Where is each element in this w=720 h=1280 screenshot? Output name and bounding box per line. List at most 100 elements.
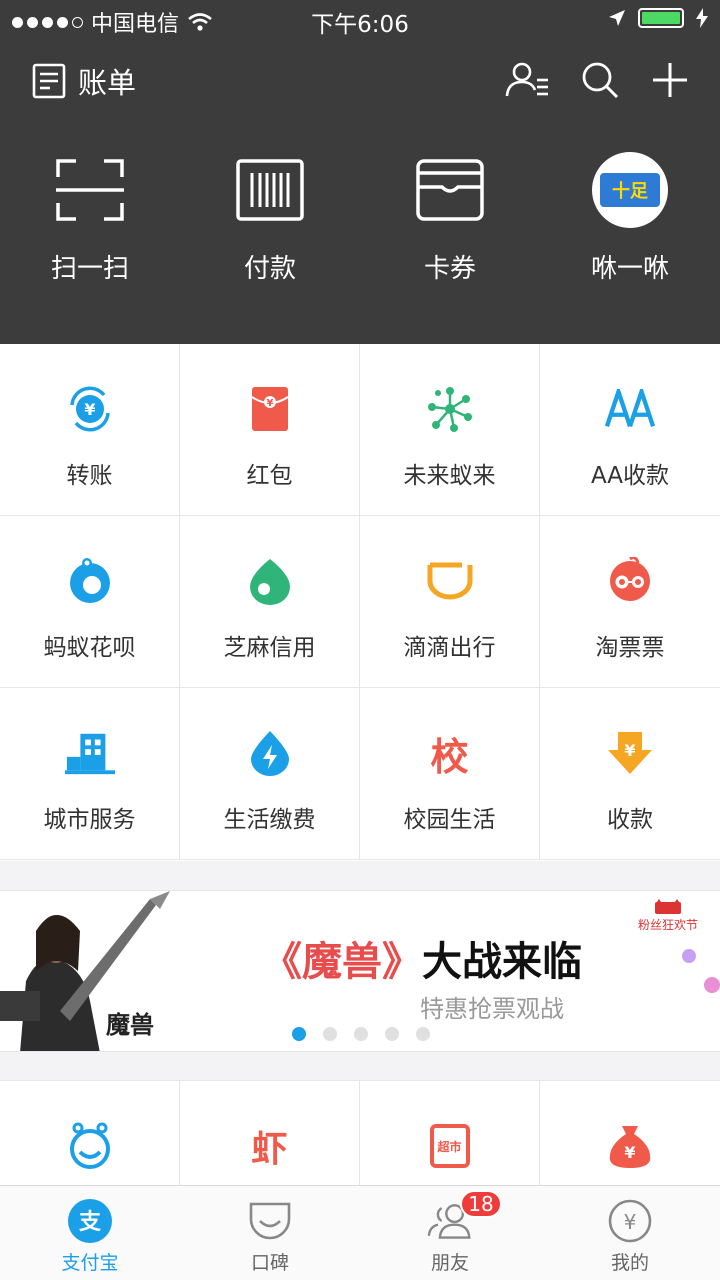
grid-item-didi[interactable]: 滴滴出行 bbox=[360, 516, 540, 688]
svg-text:¥: ¥ bbox=[266, 398, 273, 409]
quick-action-scan[interactable]: 扫一扫 bbox=[0, 150, 180, 290]
grid-item-label: 转账 bbox=[66, 463, 113, 489]
barcode-icon bbox=[236, 159, 304, 221]
taopiaopiao-icon bbox=[610, 557, 650, 601]
grid-item-label: 生活缴费 bbox=[223, 807, 316, 833]
alipay-icon: 支 bbox=[68, 1199, 112, 1243]
xia-icon: 虾 bbox=[251, 1129, 288, 1170]
search-icon[interactable] bbox=[580, 60, 620, 100]
status-bar: 中国电信 下午6:06 bbox=[0, 0, 720, 40]
smile-icon bbox=[69, 1122, 110, 1169]
grid-item-label: 芝麻信用 bbox=[223, 635, 316, 661]
quick-action-label: 付款 bbox=[243, 254, 296, 284]
money-bag-icon: ¥ bbox=[609, 1126, 651, 1168]
scan-icon bbox=[56, 159, 124, 221]
bill-icon bbox=[32, 63, 66, 99]
banner-title-red: 《魔兽》 bbox=[262, 939, 422, 985]
grid-item-huabei[interactable]: 蚂蚁花呗 bbox=[0, 516, 180, 688]
grid-item-money-bag[interactable]: ¥ bbox=[540, 1081, 720, 1185]
grid-item-xia[interactable]: 虾 bbox=[180, 1081, 360, 1185]
service-grid: ¥ 转账 ¥ 红包 未来蚁来 AA收款 蚂蚁花呗 芝麻信用 滴滴出行 淘票票 城… bbox=[0, 344, 720, 861]
add-icon[interactable] bbox=[650, 60, 690, 100]
tab-label: 支付宝 bbox=[61, 1252, 119, 1274]
header-actions bbox=[504, 60, 690, 100]
grid-item-label: 收款 bbox=[607, 807, 653, 833]
tab-alipay[interactable]: 支 支付宝 bbox=[0, 1186, 180, 1280]
grid-item-label: 蚂蚁花呗 bbox=[43, 635, 136, 661]
svg-text:¥: ¥ bbox=[84, 400, 95, 419]
bolt-drop-icon bbox=[250, 731, 289, 776]
molecule-icon bbox=[427, 387, 472, 432]
supermarket-icon-text: 超市 bbox=[437, 1139, 462, 1154]
carousel-dot[interactable] bbox=[416, 1027, 430, 1041]
avatar-icon: 十足 bbox=[592, 152, 668, 228]
service-grid-secondary: 虾 超市 ¥ bbox=[0, 1080, 720, 1185]
transfer-icon: ¥ bbox=[69, 386, 110, 432]
card-wallet-icon bbox=[416, 159, 484, 221]
city-icon bbox=[64, 733, 115, 775]
bill-button[interactable]: 账单 bbox=[32, 60, 136, 102]
grid-item-label: 滴滴出行 bbox=[403, 635, 496, 661]
aa-icon bbox=[605, 389, 655, 427]
grid-item-receive[interactable]: ¥ 收款 bbox=[540, 688, 720, 860]
grid-item-supermarket[interactable]: 超市 bbox=[360, 1081, 540, 1185]
receive-money-icon: ¥ bbox=[608, 732, 652, 774]
grid-item-label: 淘票票 bbox=[595, 635, 665, 661]
svg-text:¥: ¥ bbox=[624, 1210, 637, 1234]
grid-item-red-packet[interactable]: ¥ 红包 bbox=[180, 344, 360, 516]
grid-item-smile[interactable] bbox=[0, 1081, 180, 1185]
tab-mine[interactable]: ¥ 我的 bbox=[540, 1186, 720, 1280]
grid-item-taopiaopiao[interactable]: 淘票票 bbox=[540, 516, 720, 688]
contacts-icon[interactable] bbox=[504, 60, 550, 100]
tab-label: 朋友 bbox=[430, 1252, 469, 1274]
grid-item-label: 城市服务 bbox=[43, 807, 136, 833]
banner-subtitle: 特惠抢票观战 bbox=[420, 995, 564, 1023]
grid-item-label: 未来蚁来 bbox=[403, 463, 496, 489]
tab-friends[interactable]: 朋友 18 bbox=[360, 1186, 540, 1280]
wallet-yuan-icon: ¥ bbox=[608, 1199, 652, 1243]
carousel-dot[interactable] bbox=[385, 1027, 399, 1041]
svg-text:¥: ¥ bbox=[624, 741, 635, 760]
carousel-dot[interactable] bbox=[292, 1027, 306, 1041]
decor-bubble bbox=[682, 949, 696, 963]
red-packet-icon: ¥ bbox=[250, 387, 289, 431]
koubei-icon bbox=[249, 1202, 291, 1240]
grid-item-label: 红包 bbox=[246, 463, 293, 489]
banner-title-black: 大战来临 bbox=[422, 939, 582, 985]
grid-item-future-ants[interactable]: 未来蚁来 bbox=[360, 344, 540, 516]
decor-bubble bbox=[704, 977, 720, 993]
supermarket-icon: 超市 bbox=[429, 1124, 470, 1168]
promo-banner[interactable]: 魔兽 《魔兽》大战来临 特惠抢票观战 粉丝狂欢节 bbox=[0, 890, 720, 1052]
battery-icon bbox=[638, 8, 684, 28]
campus-icon: 校 bbox=[430, 734, 469, 779]
carousel-dot[interactable] bbox=[323, 1027, 337, 1041]
quick-action-cards[interactable]: 卡券 bbox=[360, 150, 540, 290]
carousel-dot[interactable] bbox=[354, 1027, 368, 1041]
grid-item-city-service[interactable]: 城市服务 bbox=[0, 688, 180, 860]
didi-icon bbox=[427, 562, 472, 600]
quick-action-xiu[interactable]: 十足 咻一咻 bbox=[540, 150, 720, 290]
quick-action-pay[interactable]: 付款 bbox=[180, 150, 360, 290]
grid-item-label: 校园生活 bbox=[403, 807, 496, 833]
grid-item-transfer[interactable]: ¥ 转账 bbox=[0, 344, 180, 516]
grid-item-sesame-credit[interactable]: 芝麻信用 bbox=[180, 516, 360, 688]
notification-badge: 18 bbox=[460, 1190, 502, 1218]
quick-action-label: 咻一咻 bbox=[590, 254, 669, 284]
banner-title: 《魔兽》大战来临 bbox=[262, 929, 582, 987]
sesame-icon bbox=[249, 559, 290, 605]
grid-item-campus[interactable]: 校 校园生活 bbox=[360, 688, 540, 860]
quick-actions: 扫一扫 付款 卡券 十足 咻一咻 bbox=[0, 150, 720, 290]
grid-item-aa[interactable]: AA收款 bbox=[540, 344, 720, 516]
banner-tag-text: 粉丝狂欢节 bbox=[637, 918, 698, 932]
svg-text:支: 支 bbox=[79, 1210, 102, 1235]
bill-label: 账单 bbox=[78, 66, 137, 100]
grid-item-utilities[interactable]: 生活缴费 bbox=[180, 688, 360, 860]
svg-text:¥: ¥ bbox=[624, 1143, 635, 1162]
tab-label: 我的 bbox=[610, 1252, 649, 1274]
header: 账单 bbox=[0, 54, 720, 110]
tab-koubei[interactable]: 口碑 bbox=[180, 1186, 360, 1280]
avatar-text: 十足 bbox=[600, 173, 660, 207]
charging-icon bbox=[696, 8, 708, 28]
quick-action-label: 扫一扫 bbox=[50, 254, 129, 284]
location-arrow-icon bbox=[609, 10, 625, 26]
